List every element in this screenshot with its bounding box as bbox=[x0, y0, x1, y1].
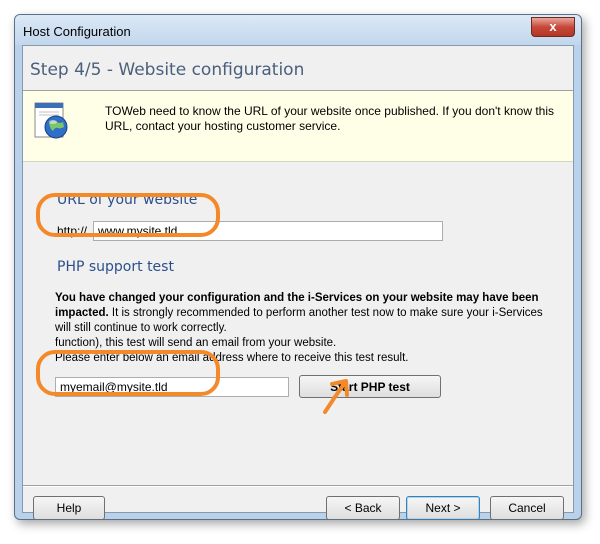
start-php-test-button[interactable]: Start PHP test bbox=[299, 375, 441, 398]
php-warning-text: It is strongly recommended to perform an… bbox=[55, 307, 543, 334]
url-section-label: URL of your website bbox=[57, 192, 198, 208]
info-panel: TOWeb need to know the URL of your websi… bbox=[23, 91, 573, 162]
php-description-line: function), this test will send an email … bbox=[55, 337, 337, 349]
close-icon: x bbox=[549, 19, 557, 34]
php-instruction-line: Please enter below an email address wher… bbox=[55, 352, 409, 364]
next-button[interactable]: Next > bbox=[406, 496, 480, 519]
step-title: Step 4/5 - Website configuration bbox=[30, 60, 305, 80]
php-test-description: You have changed your configuration and … bbox=[55, 291, 547, 366]
wizard-client-area: Step 4/5 - Website configuration TOWeb n… bbox=[22, 45, 574, 519]
php-section-label: PHP support test bbox=[57, 259, 174, 275]
info-message: TOWeb need to know the URL of your websi… bbox=[105, 104, 554, 133]
help-button[interactable]: Help bbox=[33, 496, 105, 519]
window-title: Host Configuration bbox=[23, 24, 131, 39]
host-configuration-window: Host Configuration x Step 4/5 - Website … bbox=[14, 14, 582, 520]
back-button[interactable]: < Back bbox=[326, 496, 400, 519]
cancel-button[interactable]: Cancel bbox=[490, 496, 564, 519]
footer-divider bbox=[23, 485, 573, 487]
title-bar[interactable]: Host Configuration x bbox=[15, 15, 581, 45]
website-globe-icon bbox=[34, 102, 68, 139]
website-url-input[interactable] bbox=[93, 221, 443, 241]
email-input[interactable] bbox=[55, 377, 289, 397]
close-button[interactable]: x bbox=[531, 17, 575, 37]
url-prefix: http:// bbox=[57, 224, 88, 238]
